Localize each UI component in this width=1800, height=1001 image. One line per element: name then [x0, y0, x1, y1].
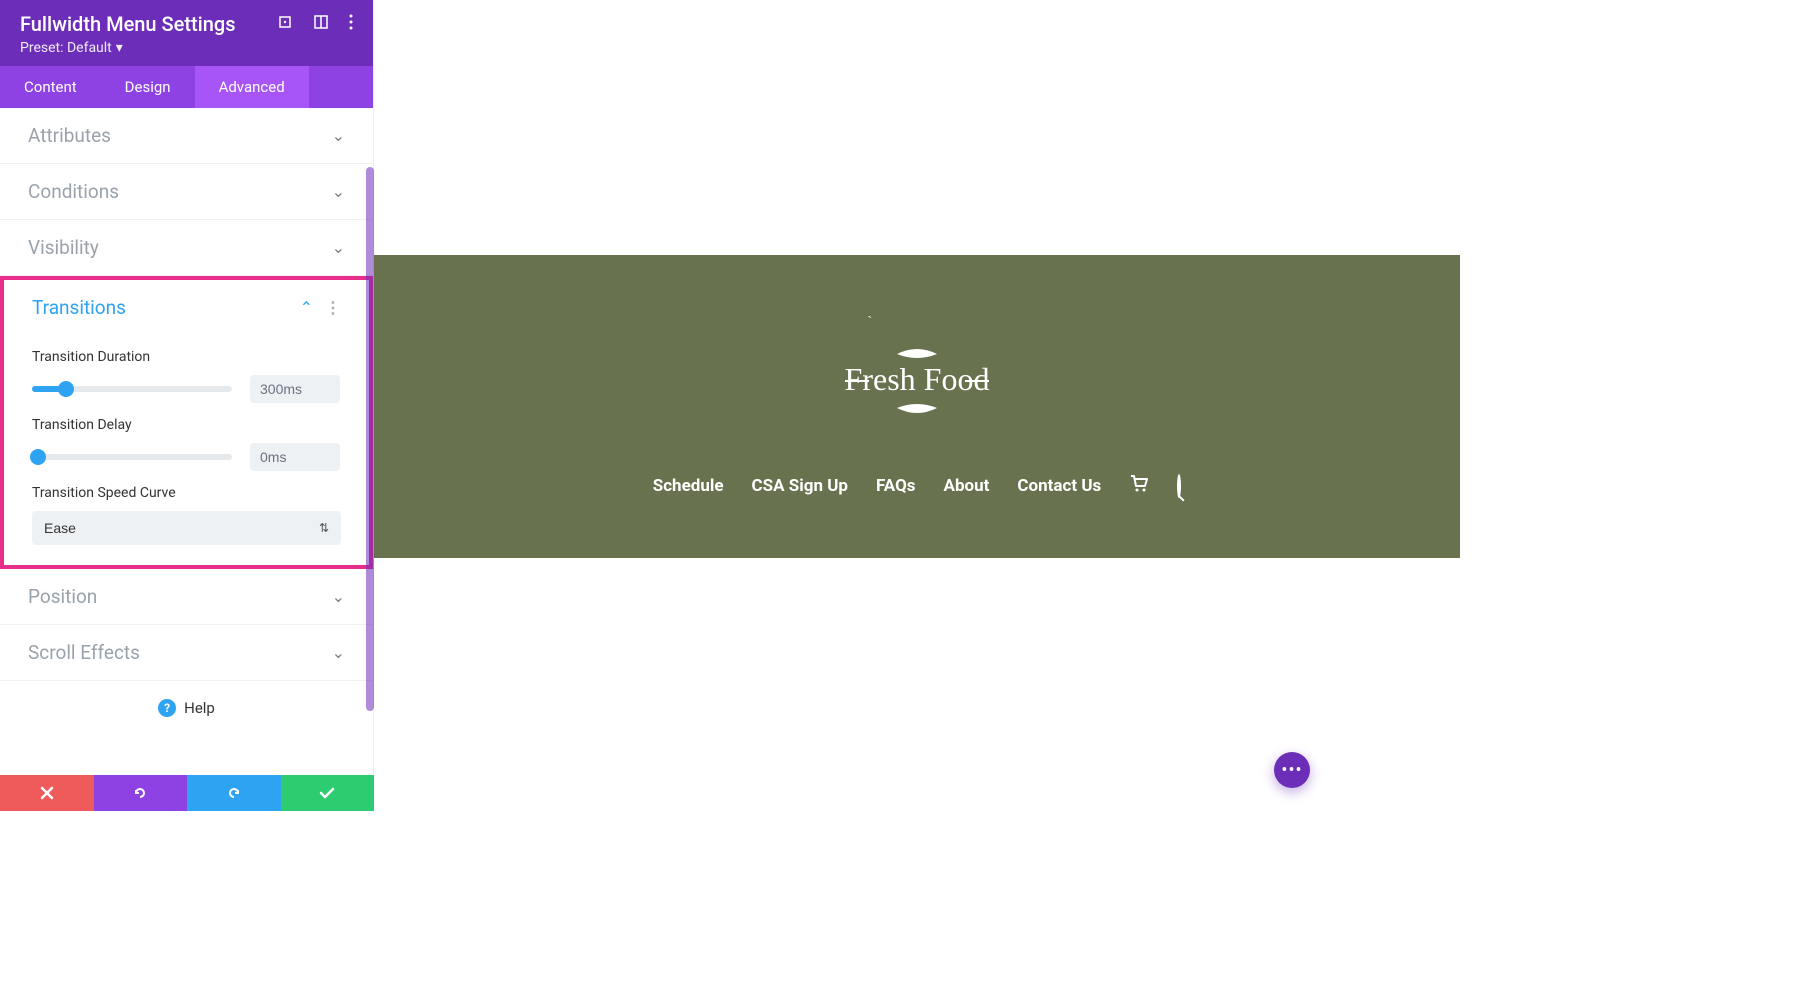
- nav-schedule[interactable]: Schedule: [653, 476, 724, 496]
- duration-label: Transition Duration: [32, 349, 341, 365]
- section-attributes[interactable]: Attributes ⌄: [0, 108, 373, 164]
- site-logo: NATURAL FOOD Fresh Food HEALTHY FOOD: [827, 316, 1007, 450]
- svg-text:Fresh Food: Fresh Food: [845, 361, 990, 397]
- curve-label: Transition Speed Curve: [32, 485, 341, 501]
- preset-label: Preset: Default: [20, 40, 112, 56]
- chevron-down-icon: ⌄: [332, 587, 345, 606]
- caret-down-icon: ▾: [116, 40, 123, 56]
- cart-icon[interactable]: [1129, 474, 1149, 497]
- redo-button[interactable]: [187, 775, 281, 811]
- svg-text:NATURAL FOOD: NATURAL FOOD: [864, 316, 970, 321]
- duration-input[interactable]: [250, 375, 340, 403]
- nav-menu: Schedule CSA Sign Up FAQs About Contact …: [653, 474, 1182, 497]
- section-more-icon[interactable]: ⋮: [325, 298, 341, 317]
- help-icon: ?: [158, 699, 176, 717]
- section-position[interactable]: Position ⌄: [0, 569, 373, 625]
- section-title: Position: [28, 585, 97, 608]
- chevron-down-icon: ⌄: [332, 182, 345, 201]
- search-icon[interactable]: [1177, 476, 1181, 496]
- nav-about[interactable]: About: [944, 476, 990, 496]
- section-visibility[interactable]: Visibility ⌄: [0, 220, 373, 276]
- fab-more-button[interactable]: •••: [1274, 752, 1310, 788]
- chevron-down-icon: ⌄: [332, 643, 345, 662]
- nav-csa-signup[interactable]: CSA Sign Up: [752, 476, 848, 496]
- help-label: Help: [184, 699, 215, 717]
- transitions-body: Transition Duration Transition Delay: [4, 349, 369, 565]
- help-link[interactable]: ? Help: [0, 681, 373, 735]
- delay-slider[interactable]: [32, 454, 232, 460]
- section-title: Visibility: [28, 236, 99, 259]
- section-transitions[interactable]: Transitions ⌃ ⋮: [4, 280, 369, 335]
- section-conditions[interactable]: Conditions ⌄: [0, 164, 373, 220]
- sections-scroll: Attributes ⌄ Conditions ⌄ Visibility ⌄ T…: [0, 108, 373, 811]
- app-root: Fullwidth Menu Settings Preset: Default …: [0, 0, 1460, 811]
- nav-contact[interactable]: Contact Us: [1017, 476, 1101, 496]
- logo-svg: NATURAL FOOD Fresh Food HEALTHY FOOD: [827, 316, 1007, 446]
- chevron-up-icon: ⌃: [300, 298, 313, 317]
- close-button[interactable]: [0, 775, 94, 811]
- tabs-bar: Content Design Advanced: [0, 66, 373, 108]
- sidebar-scrollbar[interactable]: [366, 167, 374, 711]
- section-title: Transitions: [32, 296, 126, 319]
- section-title: Attributes: [28, 124, 111, 147]
- nav-faqs[interactable]: FAQs: [876, 476, 916, 496]
- save-button[interactable]: [281, 775, 375, 811]
- tab-design[interactable]: Design: [101, 66, 195, 108]
- preset-selector[interactable]: Preset: Default ▾: [20, 40, 353, 56]
- expand-icon[interactable]: [277, 14, 293, 34]
- section-title: Conditions: [28, 180, 119, 203]
- more-icon[interactable]: [349, 14, 353, 34]
- panel-header: Fullwidth Menu Settings Preset: Default …: [0, 0, 373, 66]
- settings-sidebar: Fullwidth Menu Settings Preset: Default …: [0, 0, 374, 811]
- chevron-down-icon: ⌄: [332, 238, 345, 257]
- duration-slider[interactable]: [32, 386, 232, 392]
- tab-content[interactable]: Content: [0, 66, 101, 108]
- section-title: Scroll Effects: [28, 641, 140, 664]
- action-bar: [0, 775, 374, 811]
- preview-canvas: NATURAL FOOD Fresh Food HEALTHY FOOD Sch…: [374, 0, 1460, 811]
- curve-select[interactable]: [32, 511, 341, 545]
- delay-input[interactable]: [250, 443, 340, 471]
- hero-menu-block: NATURAL FOOD Fresh Food HEALTHY FOOD Sch…: [374, 255, 1460, 558]
- chevron-down-icon: ⌄: [332, 126, 345, 145]
- transitions-highlight: Transitions ⌃ ⋮ Transition Duration: [0, 276, 373, 569]
- panel-title: Fullwidth Menu Settings: [20, 12, 236, 36]
- delay-label: Transition Delay: [32, 417, 341, 433]
- undo-button[interactable]: [94, 775, 188, 811]
- section-scroll-effects[interactable]: Scroll Effects ⌄: [0, 625, 373, 681]
- tab-advanced[interactable]: Advanced: [195, 66, 309, 108]
- columns-icon[interactable]: [313, 14, 329, 34]
